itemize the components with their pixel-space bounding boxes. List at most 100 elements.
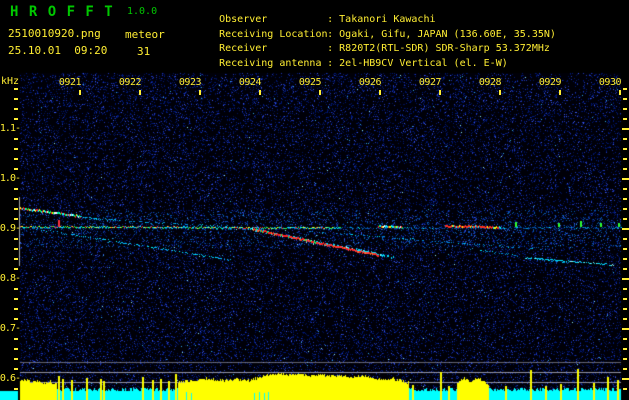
freq-minor-tick-right [623,358,627,360]
freq-minor-tick-left [14,208,18,210]
freq-minor-tick-right [623,248,627,250]
time-label: 0928 [478,77,502,88]
freq-minor-tick-right [623,198,627,200]
freq-minor-tick-right [623,118,627,120]
output-filename: 2510010920.png [8,27,101,40]
mode-label: meteor [125,28,165,41]
freq-label: 1.1- [0,123,21,134]
time-tick [439,90,441,95]
freq-minor-tick-left [14,358,18,360]
freq-minor-tick-left [14,98,18,100]
freq-minor-tick-right [623,148,627,150]
freq-minor-tick-right [623,368,627,370]
app-title: H R O F F T [10,4,114,20]
info-value: : R820T2(RTL-SDR) SDR-Sharp 53.372MHz [327,43,550,54]
freq-minor-tick-left [14,148,18,150]
hrofft-window: H R O F F T 1.0.0 2510010920.png meteor … [0,0,629,400]
freq-minor-tick-left [14,248,18,250]
time-label: 0927 [418,77,442,88]
freq-minor-tick-right [623,158,627,160]
freq-minor-tick-left [14,388,18,390]
freq-minor-tick-left [14,158,18,160]
freq-label: 0.8- [0,273,21,284]
time-label: 0921 [58,77,82,88]
freq-minor-tick-left [14,318,18,320]
time-label: 0923 [178,77,202,88]
info-value: : Takanori Kawachi [327,14,436,25]
freq-minor-tick-right [623,268,627,270]
time-label: 0929 [538,77,562,88]
freq-major-tick-right [622,178,629,180]
freq-minor-tick-right [623,318,627,320]
freq-minor-tick-left [14,258,18,260]
freq-minor-tick-right [623,108,627,110]
freq-label: 0.7- [0,323,21,334]
time-label: 0930 [598,77,622,88]
freq-minor-tick-right [623,168,627,170]
time-tick [559,90,561,95]
time-tick [499,90,501,95]
freq-minor-tick-right [623,388,627,390]
freq-major-tick-right [622,228,629,230]
freq-minor-tick-left [14,198,18,200]
freq-minor-tick-left [14,88,18,90]
freq-major-tick-right [622,128,629,130]
station-info: Observer : Takanori Kawachi Receiving Loc… [183,3,556,69]
freq-minor-tick-right [623,338,627,340]
info-label: Receiver [219,43,268,54]
freq-minor-tick-left [14,118,18,120]
freq-minor-tick-left [14,218,18,220]
time-label: 0925 [298,77,322,88]
freq-major-tick-right [622,278,629,280]
freq-minor-tick-left [14,288,18,290]
info-label: Observer [219,14,268,25]
freq-major-tick-right [622,328,629,330]
freq-minor-tick-right [623,258,627,260]
echo-count: 31 [137,45,151,58]
freq-label: 1.0- [0,173,21,184]
freq-minor-tick-right [623,298,627,300]
freq-minor-tick-right [623,188,627,190]
freq-minor-tick-left [14,338,18,340]
freq-minor-tick-right [623,348,627,350]
freq-label: 0.6- [0,373,21,384]
freq-minor-tick-right [623,88,627,90]
freq-minor-tick-right [623,98,627,100]
info-label: Receiving antenna [219,57,322,69]
time-tick [139,90,141,95]
freq-minor-tick-left [14,368,18,370]
time-tick [379,90,381,95]
freq-minor-tick-left [14,188,18,190]
freq-minor-tick-left [14,348,18,350]
time-label: 0926 [358,77,382,88]
freq-label: 0.9- [0,223,21,234]
info-label: Receiving Location [219,28,328,40]
app-version: 1.0.0 [127,6,158,17]
khz-unit-label: kHz [1,76,20,87]
info-value: : Ogaki, Gifu, JAPAN (136.60E, 35.35N) [327,28,556,40]
freq-minor-tick-left [14,268,18,270]
info-value: : 2el-HB9CV Vertical (el. E-W) [327,57,508,69]
info-row-observer: Observer : Takanori Kawachi [183,3,556,25]
time-tick [79,90,81,95]
freq-minor-tick-left [14,298,18,300]
time-label: 0922 [118,77,142,88]
freq-minor-tick-left [14,108,18,110]
freq-minor-tick-right [623,138,627,140]
freq-minor-tick-left [14,308,18,310]
freq-minor-tick-right [623,208,627,210]
time-tick [199,90,201,95]
freq-major-tick-right [622,378,629,380]
freq-minor-tick-right [623,238,627,240]
freq-minor-tick-right [623,308,627,310]
freq-minor-tick-right [623,218,627,220]
time-tick [319,90,321,95]
freq-minor-tick-left [14,238,18,240]
time-label: 0924 [238,77,262,88]
freq-minor-tick-right [623,288,627,290]
date-time: 25.10.01 09:20 [8,44,108,57]
freq-minor-tick-left [14,168,18,170]
time-tick [619,90,621,95]
time-tick [259,90,261,95]
freq-minor-tick-left [14,138,18,140]
